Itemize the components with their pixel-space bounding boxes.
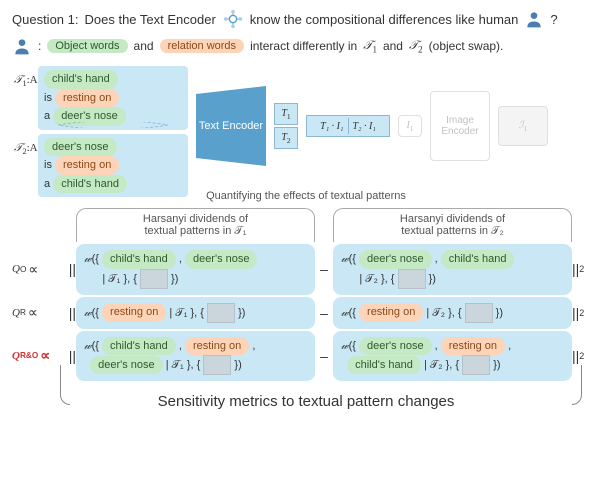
object-word: deer's nose [44,138,117,157]
t2-embedding: T2 [274,127,298,149]
col-header-t2: Harsanyi dividends oftextual patterns in… [333,208,572,242]
swap-text: (object swap). [429,39,504,53]
image-placeholder-icon [465,303,493,323]
t1-symbol: 𝒯1 [363,38,377,54]
human-answer: : Object words and relation words intera… [12,36,600,56]
metrics-table: Harsanyi dividends oftextual patterns in… [12,208,600,381]
qro-left: 𝓌({ child's hand , resting on , deer's n… [76,331,315,382]
qo-right: 𝓌({ deer's nose , child's hand | 𝒯₂ }, {… [333,244,572,295]
t1-input-box: 𝒯1:A child's hand is resting on a deer's… [38,66,188,130]
object-word: child's hand [44,70,118,89]
relation-word: resting on [55,156,119,175]
encoder-icon [222,8,244,30]
relation-word: resting on [55,89,119,108]
question-end: ? [550,12,557,27]
question-label: Question 1: [12,12,79,27]
col-header-t1: Harsanyi dividends oftextual patterns in… [76,208,315,242]
object-words-pill: Object words [47,39,127,53]
human-icon [524,9,544,29]
t2-input-box: 𝒯2:A deer's nose is resting on a child's… [38,134,188,198]
i1-embedding-faded: I1 [398,115,422,137]
t2-symbol: 𝒯2 [409,38,423,54]
and-text: and [134,39,154,53]
colon: : [38,39,41,53]
relation-words-pill: relation words [160,39,244,53]
image-placeholder-icon [462,355,490,375]
image-placeholder-icon [203,355,231,375]
and-text: and [383,39,403,53]
qo-left: 𝓌({ child's hand , deer's nose | 𝒯₁ }, {… [76,244,315,295]
question-text-b: know the compositional differences like … [250,12,519,27]
qr-right: 𝓌({ resting on | 𝒯₂ }, { }) [333,297,572,329]
qro-right: 𝓌({ deer's nose , resting on , child's h… [333,331,572,382]
pipeline-diagram: 𝒯1:A child's hand is resting on a deer's… [12,66,600,186]
question-text-a: Does the Text Encoder [85,12,216,27]
interact-text: interact differently in [250,39,357,53]
footer-caption: Sensitivity metrics to textual pattern c… [12,393,600,410]
qr-left: 𝓌({ resting on | 𝒯₁ }, { }) [76,297,315,329]
image-placeholder-icon [398,269,426,289]
t1-embedding: T1 [274,103,298,125]
qr-row: QR ∝ || 𝓌({ resting on | 𝒯₁ }, { }) – 𝓌(… [12,297,600,329]
question-header: Question 1: Does the Text Encoder know t… [12,8,600,30]
swap-arrows-icon [38,122,188,128]
qro-row: QR&O∝ || 𝓌({ child's hand , resting on ,… [12,331,600,382]
qo-row: QO ∝ || 𝓌({ child's hand , deer's nose |… [12,244,600,295]
object-word: child's hand [53,175,127,194]
human-icon [12,36,32,56]
image-placeholder-icon [207,303,235,323]
image-placeholder-icon [140,269,168,289]
dot-product-box: T₁ · I₁ T₂ · I₁ [306,115,390,137]
text-encoder-block: Text Encoder [196,86,266,166]
image-encoder-faded: Image Encoder [430,91,490,161]
input-image-faded: ℐ1 [498,106,548,146]
